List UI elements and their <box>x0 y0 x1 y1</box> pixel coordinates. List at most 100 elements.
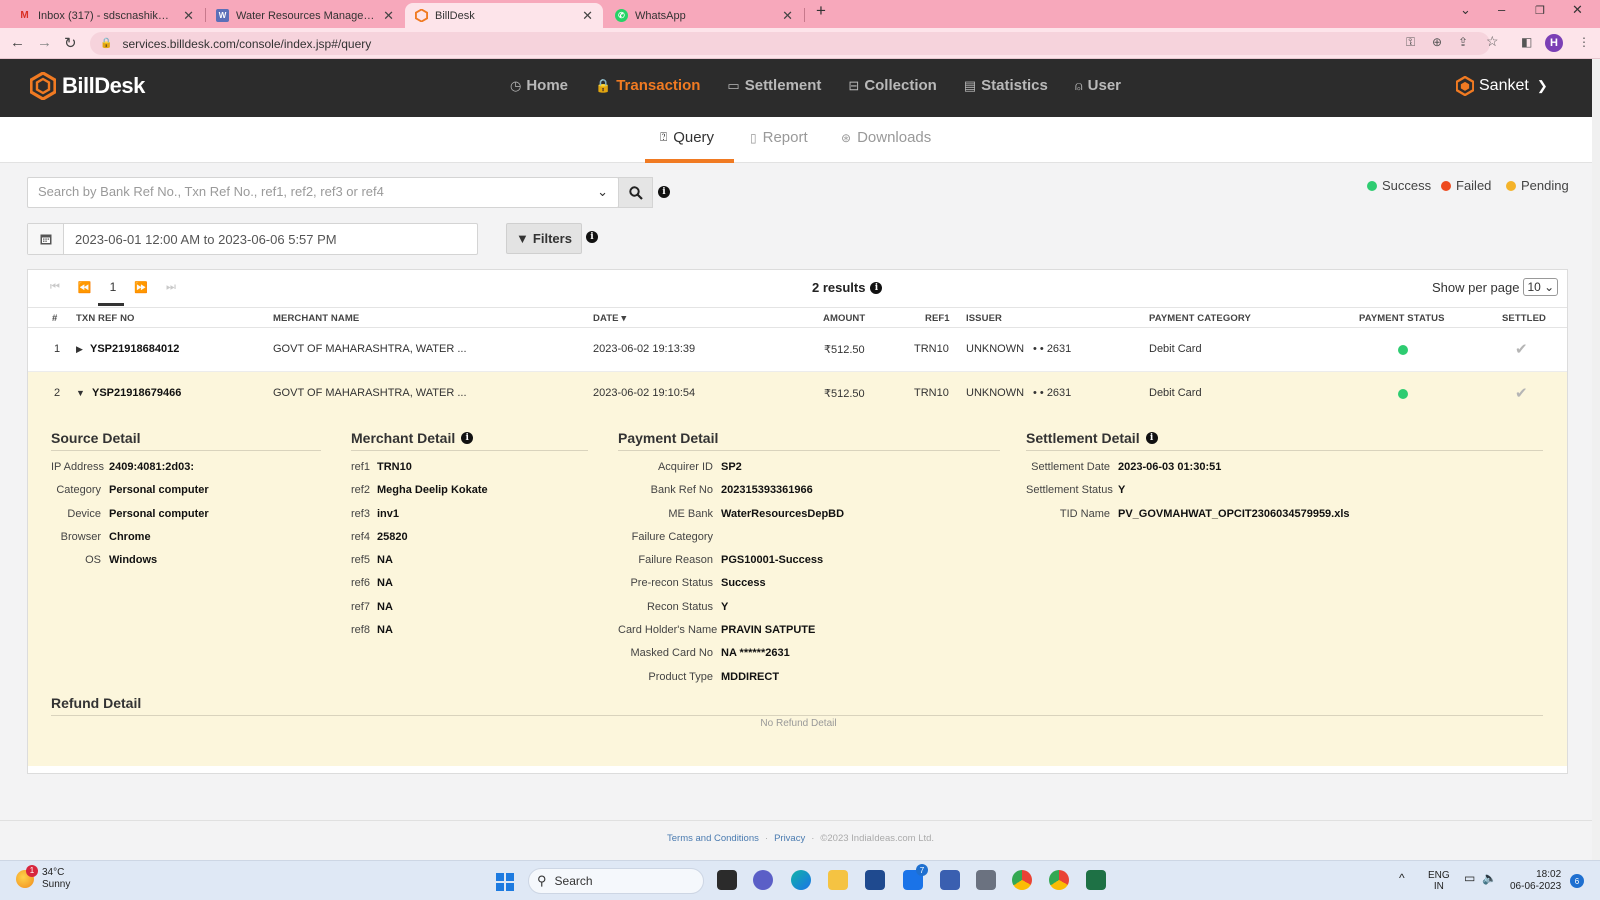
results-info-icon[interactable]: i <box>870 281 883 294</box>
nav-statistics[interactable]: ▤ Statistics <box>964 77 1048 94</box>
txn-ref[interactable]: YSP21918679466 <box>92 387 181 399</box>
chevron-down-icon[interactable]: ⌄ <box>597 184 608 200</box>
language-indicator[interactable]: ENG IN <box>1428 870 1450 892</box>
browser-menu-icon[interactable]: ⋮ <box>1578 35 1590 49</box>
tab-gmail[interactable]: M Inbox (317) - sdscnashik@gmail.c ✕ <box>8 3 204 28</box>
nav-home[interactable]: ◷ Home <box>510 77 568 94</box>
teams-chat-icon[interactable] <box>753 870 773 890</box>
forward-arrow-icon[interactable]: → <box>37 34 52 51</box>
close-tab-icon[interactable]: ✕ <box>383 8 394 24</box>
close-tab-icon[interactable]: ✕ <box>183 8 194 24</box>
profile-avatar[interactable]: H <box>1545 34 1563 52</box>
date-range-field[interactable]: 2023-06-01 12:00 AM to 2023-06-06 5:57 P… <box>27 223 478 255</box>
store-icon[interactable] <box>865 870 885 890</box>
network-app-icon[interactable] <box>940 870 960 890</box>
new-tab-icon[interactable]: + <box>816 1 826 21</box>
volume-icon[interactable]: 🔈 <box>1482 872 1497 884</box>
tab-downloads[interactable]: ⊛ Downloads <box>841 129 931 146</box>
share-icon[interactable]: ⇪ <box>1458 35 1468 49</box>
url-field[interactable]: 🔒 services.billdesk.com/console/index.js… <box>90 32 1490 55</box>
tab-search-chevron-icon[interactable]: ⌄ <box>1460 2 1471 18</box>
current-page[interactable]: 1 <box>110 280 117 294</box>
task-view-icon[interactable] <box>717 870 737 890</box>
col-date[interactable]: DATE ▾ <box>593 313 626 324</box>
zoom-icon[interactable]: ⊕ <box>1432 35 1442 49</box>
close-window-icon[interactable]: ✕ <box>1572 2 1583 18</box>
nav-settlement[interactable]: ▭ Settlement <box>727 77 821 94</box>
back-arrow-icon[interactable]: ← <box>10 34 25 51</box>
bookmark-star-icon[interactable]: ☆ <box>1486 33 1499 50</box>
refund-detail-title: Refund Detail <box>51 695 142 711</box>
last-page-icon[interactable]: ⏭ <box>166 281 176 294</box>
reload-icon[interactable]: ↻ <box>64 34 77 52</box>
terms-link[interactable]: Terms and Conditions <box>667 833 759 844</box>
col-merchant[interactable]: MERCHANT NAME <box>273 313 359 324</box>
search-input[interactable] <box>38 184 578 199</box>
col-txn-ref[interactable]: TXN REF NO <box>76 313 135 324</box>
field-value: 2409:4081:2d03: <box>109 461 195 473</box>
close-tab-icon[interactable]: ✕ <box>782 8 793 24</box>
billdesk-logo[interactable]: BillDesk <box>30 72 145 100</box>
privacy-link[interactable]: Privacy <box>774 833 805 844</box>
system-clock[interactable]: 18:02 06-06-2023 <box>1510 869 1561 893</box>
restore-icon[interactable]: ❐ <box>1535 4 1545 17</box>
filters-button[interactable]: ▼ Filters <box>506 223 582 254</box>
search-button[interactable] <box>618 177 653 208</box>
per-page-select[interactable]: 10 ⌄ <box>1523 278 1559 296</box>
clock-time: 18:02 <box>1536 869 1562 880</box>
side-panel-icon[interactable]: ◧ <box>1521 35 1532 49</box>
page-scrollbar[interactable] <box>1592 59 1600 860</box>
col-payment-category[interactable]: PAYMENT CATEGORY <box>1149 313 1251 324</box>
tray-chevron-up-icon[interactable]: ^ <box>1399 872 1405 884</box>
chrome-icon[interactable] <box>1012 870 1032 890</box>
search-info-icon[interactable]: i <box>658 186 670 198</box>
tab-billdesk[interactable]: BillDesk ✕ <box>405 3 603 28</box>
field-key: Recon Status <box>646 600 713 613</box>
col-issuer[interactable]: ISSUER <box>966 313 1002 324</box>
tab-water-resources[interactable]: W Water Resources Management and ✕ <box>206 3 404 28</box>
tab-query[interactable]: ⍰ Query <box>660 129 714 146</box>
col-amount[interactable]: AMOUNT <box>823 313 865 324</box>
col-settled[interactable]: SETTLED <box>1502 313 1546 324</box>
network-icon[interactable]: ▭ <box>1464 872 1475 884</box>
col-payment-status[interactable]: PAYMENT STATUS <box>1359 313 1445 324</box>
txn-ref[interactable]: YSP21918684012 <box>90 343 179 355</box>
windows-start-icon[interactable] <box>496 873 514 891</box>
calculator-icon[interactable] <box>976 870 996 890</box>
tab-label: Report <box>762 129 808 146</box>
file-explorer-icon[interactable] <box>828 870 848 890</box>
notification-badge[interactable]: 6 <box>1570 874 1584 888</box>
edge-icon[interactable] <box>791 870 811 890</box>
merchant-info-icon[interactable]: i <box>461 432 474 444</box>
prev-page-icon[interactable]: ⏪ <box>78 281 92 294</box>
table-row[interactable]: 1 ▶ YSP21918684012 GOVT OF MAHARASHTRA, … <box>28 328 1567 372</box>
copyright-text: ©2023 IndiaIdeas.com Ltd. <box>820 833 935 844</box>
nav-collection[interactable]: ⊟ Collection <box>848 77 936 94</box>
taskbar-search[interactable]: ⚲ Search <box>528 868 704 894</box>
txn-issuer: UNKNOWN <box>966 387 1025 399</box>
mail-icon[interactable]: 7 <box>903 864 928 890</box>
calendar-icon[interactable] <box>28 224 64 254</box>
tab-whatsapp[interactable]: ✆ WhatsApp ✕ <box>605 3 803 28</box>
field-key: Product Type <box>648 670 713 683</box>
weather-widget[interactable]: 1 34°C Sunny <box>16 865 70 891</box>
next-page-icon[interactable]: ⏩ <box>134 281 148 294</box>
nav-transaction[interactable]: 🔒 Transaction <box>595 77 700 94</box>
nav-user[interactable]: ⍝ User <box>1075 77 1121 94</box>
excel-icon[interactable] <box>1086 870 1106 890</box>
tab-report[interactable]: ▯ Report <box>750 129 808 146</box>
table-row[interactable]: 2 ▼ YSP21918679466 GOVT OF MAHARASHTRA, … <box>28 372 1567 416</box>
col-ref1[interactable]: REF1 <box>925 313 950 324</box>
first-page-icon[interactable]: ⏮ <box>50 281 60 294</box>
key-icon[interactable]: ⚿ <box>1406 35 1415 50</box>
chrome-profile-icon[interactable] <box>1049 870 1069 890</box>
collapse-arrow-icon[interactable]: ▼ <box>76 388 85 398</box>
minimize-icon[interactable]: – <box>1498 2 1505 17</box>
gmail-icon: M <box>20 10 29 21</box>
settlement-info-icon[interactable]: i <box>1145 432 1158 444</box>
clock-date: 06-06-2023 <box>1510 881 1562 892</box>
close-tab-icon[interactable]: ✕ <box>582 8 593 24</box>
expand-arrow-icon[interactable]: ▶ <box>76 344 83 355</box>
filters-info-icon[interactable]: i <box>586 231 598 243</box>
user-menu[interactable]: Sanket ❯ <box>1456 76 1548 96</box>
